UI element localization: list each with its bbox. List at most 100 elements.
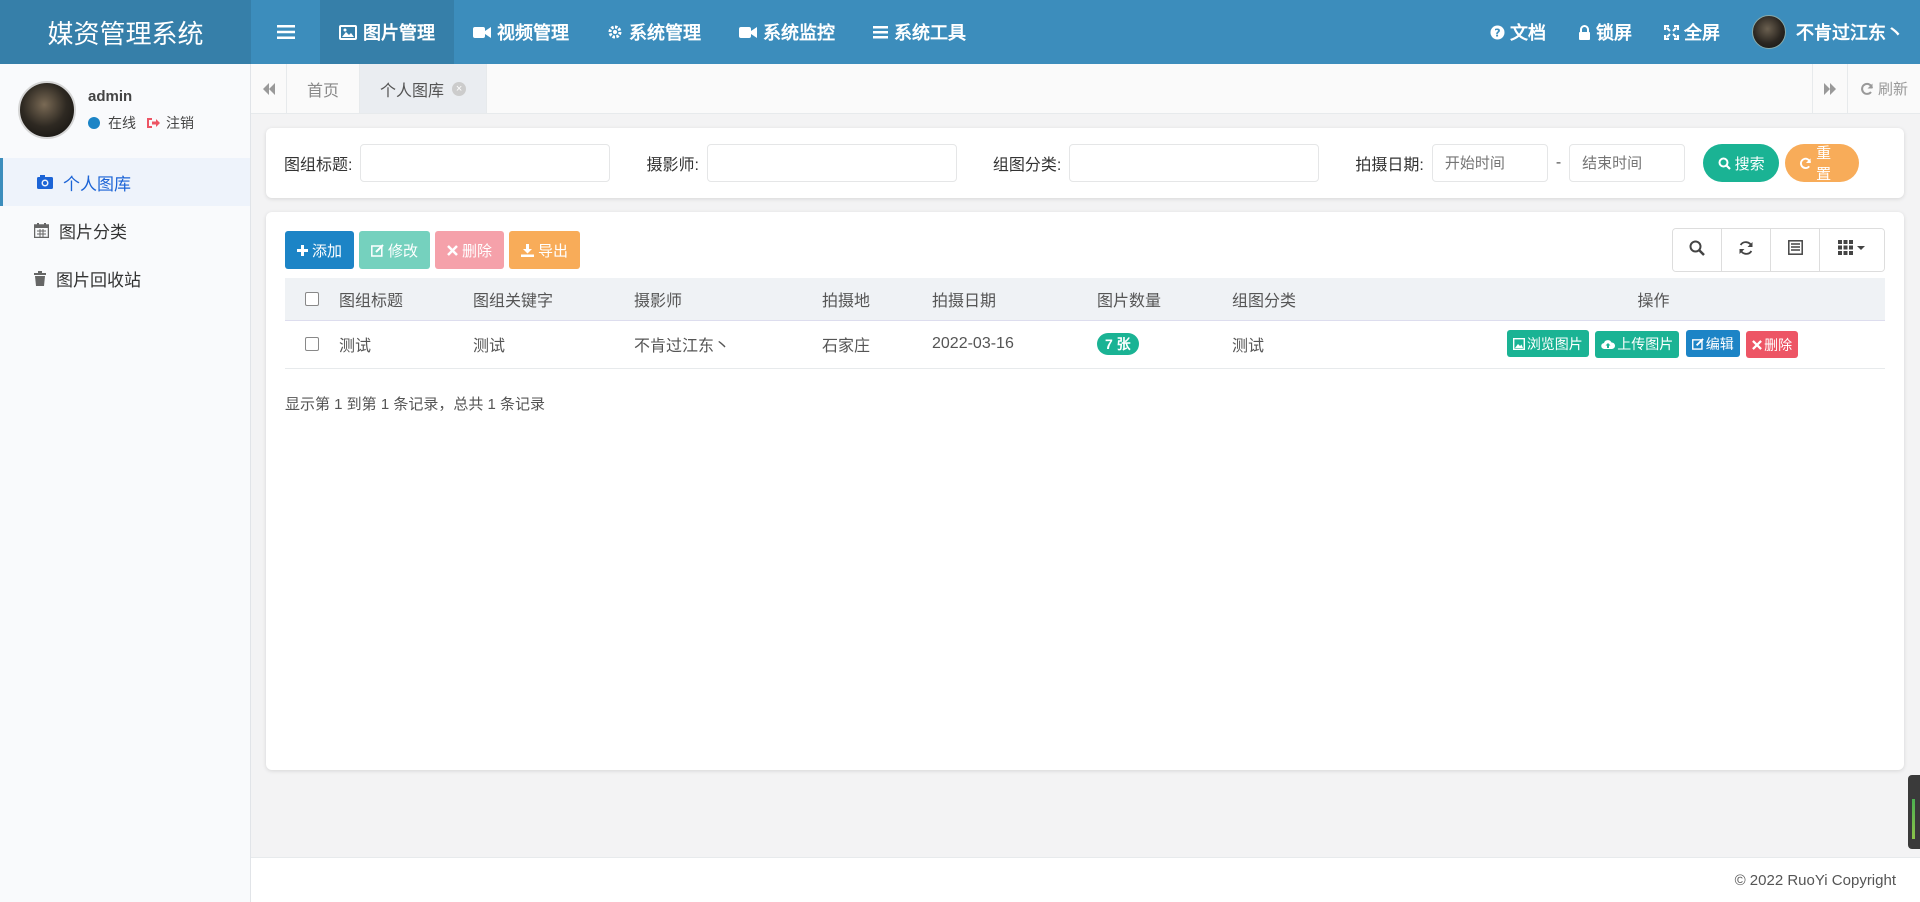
close-icon[interactable]: × [452,81,467,96]
columns-dropdown-button[interactable] [1820,229,1884,271]
footer: © 2022 RuoYi Copyright [251,857,1920,902]
edit-row-label: 编辑 [1705,335,1734,352]
lock-screen-button[interactable]: 锁屏 [1562,0,1648,64]
camera-icon [37,175,53,189]
cell-title: 测试 [339,320,473,369]
grid-icon [1838,240,1866,260]
upload-images-button[interactable]: 上传图片 [1595,330,1680,358]
delete-row-label: 删除 [1764,336,1793,353]
tabs-right: 刷新 [1811,64,1920,113]
browse-images-button[interactable]: 浏览图片 [1506,330,1589,357]
start-date-input[interactable] [1431,144,1548,182]
tabs-scroll-right-icon[interactable] [1811,64,1848,113]
sidebar-item-image-recycle-bin[interactable]: 图片回收站 [0,254,250,302]
upload-label: 上传图片 [1617,336,1674,352]
nav-label: 系统管理 [629,23,701,43]
toggle-search-button[interactable] [1673,229,1722,271]
refresh-table-button[interactable] [1722,229,1771,271]
video-icon [739,26,757,39]
header-right: ? 文档 锁屏 全屏 不肯过江东丶 [1474,0,1920,64]
column-header[interactable]: 摄影师 [634,278,822,321]
nav-system-tools[interactable]: 系统工具 [854,0,985,64]
delete-button[interactable]: 删除 [435,231,505,269]
question-circle-icon: ? [1490,25,1505,40]
calendar-icon [34,222,49,238]
edit-button[interactable]: 修改 [359,231,431,269]
nav-video-management[interactable]: 视频管理 [454,0,588,64]
cell-date: 2022-03-16 [932,320,1097,369]
add-label: 添加 [312,242,343,260]
table-toolbar: 添加 修改 删除 导出 [285,228,1885,272]
gallery-table-panel: 添加 修改 删除 导出 图组标题 图组关键字 摄影师 拍摄地 拍摄日期 图片数量… [266,212,1904,770]
gear-icon [607,24,623,40]
copyright-text: © 2022 RuoYi Copyright [1734,871,1896,889]
nav-label: 系统工具 [894,23,966,43]
image-icon [339,24,357,40]
sign-out-icon [146,117,160,129]
svg-text:?: ? [1494,26,1500,39]
sidebar-item-label: 图片分类 [59,222,127,242]
edit-label: 修改 [388,242,419,260]
floating-side-widget[interactable] [1908,775,1920,849]
level-meter-icon [1912,799,1915,839]
export-button[interactable]: 导出 [509,231,581,269]
refresh-tab-button[interactable]: 刷新 [1848,64,1920,113]
user-dropdown[interactable]: 不肯过江东丶 [1736,0,1920,64]
cloud-upload-icon [1601,339,1616,350]
toggle-view-button[interactable] [1771,229,1820,271]
video-icon [473,26,491,39]
sidebar-item-personal-gallery[interactable]: 个人图库 [0,158,250,206]
search-button[interactable]: 搜索 [1703,144,1780,182]
tab-label: 首页 [307,82,340,100]
sidebar-item-image-category[interactable]: 图片分类 [0,206,250,254]
column-header[interactable]: 图组关键字 [473,278,634,321]
category-input[interactable] [1069,144,1320,182]
remove-icon [447,244,458,256]
user-info: admin 在线 注销 [88,88,194,133]
user-name: admin [88,87,133,105]
column-header[interactable]: 组图分类 [1232,278,1422,321]
row-checkbox[interactable] [305,336,319,351]
photographer-input[interactable] [706,144,957,182]
tab-home[interactable]: 首页 [287,64,361,113]
avatar [18,81,76,139]
sidebar-item-label: 个人图库 [63,174,131,194]
nav-system-management[interactable]: 系统管理 [588,0,720,64]
column-header: 操作 [1422,278,1885,321]
edit-row-button[interactable]: 编辑 [1685,330,1740,357]
docs-link[interactable]: ? 文档 [1474,0,1562,64]
nav-image-management[interactable]: 图片管理 [320,0,454,64]
brand-logo[interactable]: 媒资管理系统 [0,0,251,64]
logout-link[interactable]: 注销 [146,113,194,133]
status-label: 在线 [108,114,136,131]
column-header[interactable]: 图组标题 [339,278,473,321]
tabs-bar: 首页 个人图库 × 刷新 [251,64,1920,114]
reset-button[interactable]: 重置 [1785,144,1860,183]
username-label: 不肯过江东丶 [1796,23,1904,43]
end-date-input[interactable] [1569,144,1686,182]
nav-label: 系统监控 [763,23,835,43]
user-panel: admin 在线 注销 [0,64,250,156]
column-header[interactable]: 拍摄地 [822,278,932,321]
column-header[interactable]: 图片数量 [1097,278,1232,321]
sidebar-item-label: 图片回收站 [56,270,141,290]
top-header: 媒资管理系统 图片管理 视频管理 系统管理 系统监控 系统工具 ? 文档 锁屏 … [0,0,1920,64]
reset-label: 重置 [1816,145,1832,183]
nav-system-monitor[interactable]: 系统监控 [720,0,854,64]
row-select-cell [285,320,339,369]
column-header[interactable]: 拍摄日期 [932,278,1097,321]
download-icon [521,243,535,257]
delete-row-button[interactable]: 删除 [1746,331,1799,358]
fullscreen-label: 全屏 [1684,23,1720,43]
menu-toggle-icon[interactable] [251,0,320,64]
fullscreen-button[interactable]: 全屏 [1648,0,1736,64]
select-all-checkbox[interactable] [305,291,319,306]
cell-photographer: 不肯过江东丶 [634,320,822,369]
tab-personal-gallery[interactable]: 个人图库 × [360,64,488,113]
docs-label: 文档 [1510,23,1546,43]
refresh-label: 刷新 [1877,81,1908,98]
add-button[interactable]: 添加 [285,231,355,269]
title-input[interactable] [360,144,611,182]
sidebar: admin 在线 注销 个人图库 图片分类 图片回收站 [0,64,251,902]
tabs-scroll-left-icon[interactable] [251,64,287,113]
